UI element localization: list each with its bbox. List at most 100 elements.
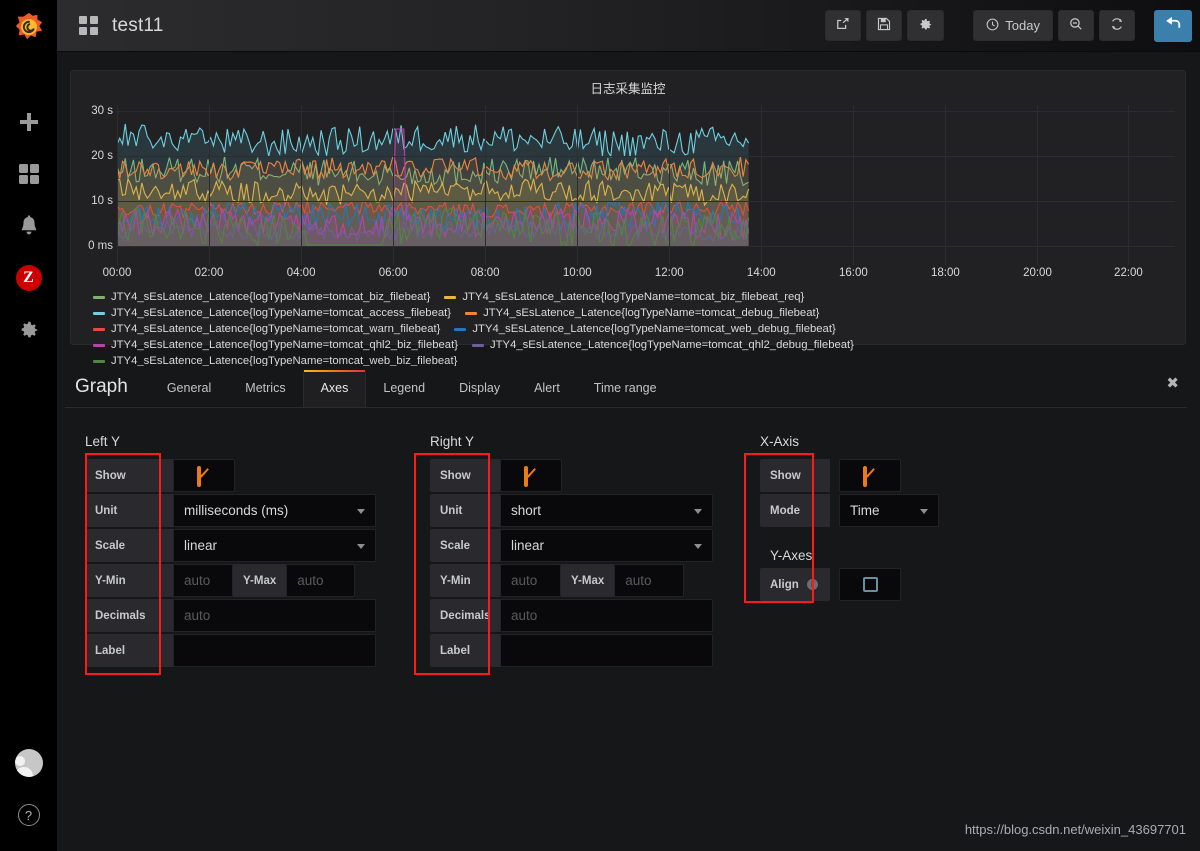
right-y-show-checkbox[interactable] [500, 459, 562, 492]
info-icon[interactable]: i [806, 579, 818, 590]
left-y-max-input[interactable]: auto [286, 564, 356, 597]
save-floppy-icon [877, 17, 891, 34]
right-y-label-input[interactable] [500, 634, 713, 667]
dashboard-settings-button[interactable] [907, 10, 945, 41]
left-y-unit-select[interactable]: milliseconds (ms) [173, 494, 376, 527]
x-axis-show-row: Show [760, 459, 1040, 492]
share-dashboard-button[interactable] [825, 10, 862, 41]
right-y-label-row: Label [430, 634, 740, 667]
sidebar-item-user-profile[interactable] [0, 737, 57, 789]
legend-color-swatch [93, 295, 105, 299]
legend-item[interactable]: JTY4_sEsLatence_Latence{logTypeName=tomc… [93, 291, 430, 303]
left-y-label-label: Label [85, 634, 173, 667]
legend-item[interactable]: JTY4_sEsLatence_Latence{logTypeName=tomc… [444, 291, 804, 303]
x-tick: 08:00 [470, 267, 500, 279]
right-y-unit-select[interactable]: short [500, 494, 713, 527]
chevron-down-icon [694, 508, 702, 514]
sidebar-item-zabbix[interactable]: Z [0, 252, 57, 304]
left-y-section: Left Y Show Unit milliseconds (ms) Scale [65, 434, 410, 669]
legend-item[interactable]: JTY4_sEsLatence_Latence{logTypeName=tomc… [472, 339, 854, 351]
chevron-down-icon [357, 508, 365, 514]
dashboard-grid-icon [18, 163, 40, 185]
x-axis-show-label: Show [760, 459, 830, 492]
right-y-scale-row: Scale linear [430, 529, 740, 562]
left-y-unit-row: Unit milliseconds (ms) [85, 494, 410, 527]
legend-item[interactable]: JTY4_sEsLatence_Latence{logTypeName=tomc… [454, 323, 836, 335]
right-y-max-input[interactable]: auto [614, 564, 685, 597]
chevron-down-icon [694, 543, 702, 549]
right-y-scale-select[interactable]: linear [500, 529, 713, 562]
left-y-label-input[interactable] [173, 634, 376, 667]
x-tick: 20:00 [1023, 267, 1052, 279]
legend-series-label: JTY4_sEsLatence_Latence{logTypeName=tomc… [111, 307, 452, 319]
zoom-out-button[interactable] [1058, 10, 1094, 41]
tab-general[interactable]: General [150, 381, 228, 407]
right-y-decimals-input[interactable]: auto [500, 599, 713, 632]
legend-color-swatch [93, 343, 105, 347]
arrow-back-icon [1164, 14, 1182, 37]
right-y-min-input[interactable]: auto [500, 564, 561, 597]
sidebar-item-help[interactable]: ? [0, 789, 57, 841]
left-y-unit-label: Unit [85, 494, 173, 527]
x-tick: 04:00 [286, 267, 316, 279]
left-y-show-checkbox[interactable] [173, 459, 235, 492]
right-y-decimals-label: Decimals [430, 599, 500, 632]
legend-item[interactable]: JTY4_sEsLatence_Latence{logTypeName=tomc… [93, 307, 451, 319]
panel-editor: Graph General Metrics Axes Legend Displa… [65, 366, 1187, 696]
x-tick: 10:00 [562, 267, 592, 279]
series-lines [117, 105, 1175, 252]
left-y-unit-value: milliseconds (ms) [184, 503, 289, 518]
x-axis-mode-select[interactable]: Time [839, 494, 939, 527]
left-y-min-input[interactable]: auto [173, 564, 233, 597]
tab-display[interactable]: Display [442, 381, 517, 407]
left-y-decimals-input[interactable]: auto [173, 599, 376, 632]
x-axis-align-checkbox[interactable] [839, 568, 901, 601]
tab-alert[interactable]: Alert [517, 381, 577, 407]
panel-legend: JTY4_sEsLatence_Latence{logTypeName=tomc… [71, 285, 1185, 375]
tab-axes[interactable]: Axes [302, 370, 367, 407]
x-tick: 00:00 [102, 267, 132, 279]
left-y-show-row: Show [85, 459, 410, 492]
save-dashboard-button[interactable] [866, 10, 903, 41]
y-axis-ticks: 30 s 20 s 10 s 0 ms [71, 105, 113, 265]
sidebar-item-dashboards[interactable] [0, 148, 57, 200]
bell-icon [18, 215, 40, 237]
left-y-title: Left Y [85, 434, 121, 449]
question-circle-icon: ? [17, 804, 40, 826]
tab-legend[interactable]: Legend [366, 381, 442, 407]
left-y-min-label: Y-Min [85, 564, 173, 597]
left-y-scale-select[interactable]: linear [173, 529, 376, 562]
editor-body: Left Y Show Unit milliseconds (ms) Scale [65, 408, 1187, 669]
back-button[interactable] [1154, 9, 1192, 42]
graph-plot-area[interactable]: 30 s 20 s 10 s 0 ms [71, 105, 1185, 265]
right-y-scale-label: Scale [430, 529, 500, 562]
close-icon[interactable]: ✖ [1166, 374, 1179, 392]
x-axis-show-checkbox[interactable] [839, 459, 901, 492]
right-y-show-label: Show [430, 459, 500, 492]
checked-checkbox-icon [862, 465, 878, 487]
grafana-logo-icon[interactable] [0, 0, 57, 52]
legend-item[interactable]: JTY4_sEsLatence_Latence{logTypeName=tomc… [93, 339, 458, 351]
refresh-button[interactable] [1099, 10, 1135, 41]
sidebar-item-create[interactable] [0, 96, 57, 148]
legend-series-label: JTY4_sEsLatence_Latence{logTypeName=tomc… [111, 291, 431, 303]
tab-metrics[interactable]: Metrics [228, 381, 302, 407]
search-minus-icon [1069, 17, 1083, 34]
right-y-title: Right Y [430, 434, 475, 449]
main-sidebar: Z ? [0, 0, 57, 851]
legend-item[interactable]: JTY4_sEsLatence_Latence{logTypeName=tomc… [465, 307, 819, 319]
right-y-show-row: Show [430, 459, 740, 492]
legend-series-label: JTY4_sEsLatence_Latence{logTypeName=tomc… [472, 323, 836, 335]
panel-title: 日志采集监控 [590, 82, 666, 96]
tab-time-range[interactable]: Time range [577, 381, 674, 407]
x-tick: 16:00 [838, 267, 868, 279]
navbar-action-group [825, 10, 945, 41]
time-picker-button[interactable]: Today [973, 10, 1053, 41]
legend-item[interactable]: JTY4_sEsLatence_Latence{logTypeName=tomc… [93, 323, 440, 335]
plus-icon [18, 111, 40, 133]
user-avatar-icon [14, 749, 43, 777]
y-axes-subtitle-row: Y-Axes [760, 529, 1040, 566]
sidebar-item-alerting[interactable] [0, 200, 57, 252]
sidebar-item-configuration[interactable] [0, 304, 57, 356]
unchecked-checkbox-icon [862, 577, 878, 592]
